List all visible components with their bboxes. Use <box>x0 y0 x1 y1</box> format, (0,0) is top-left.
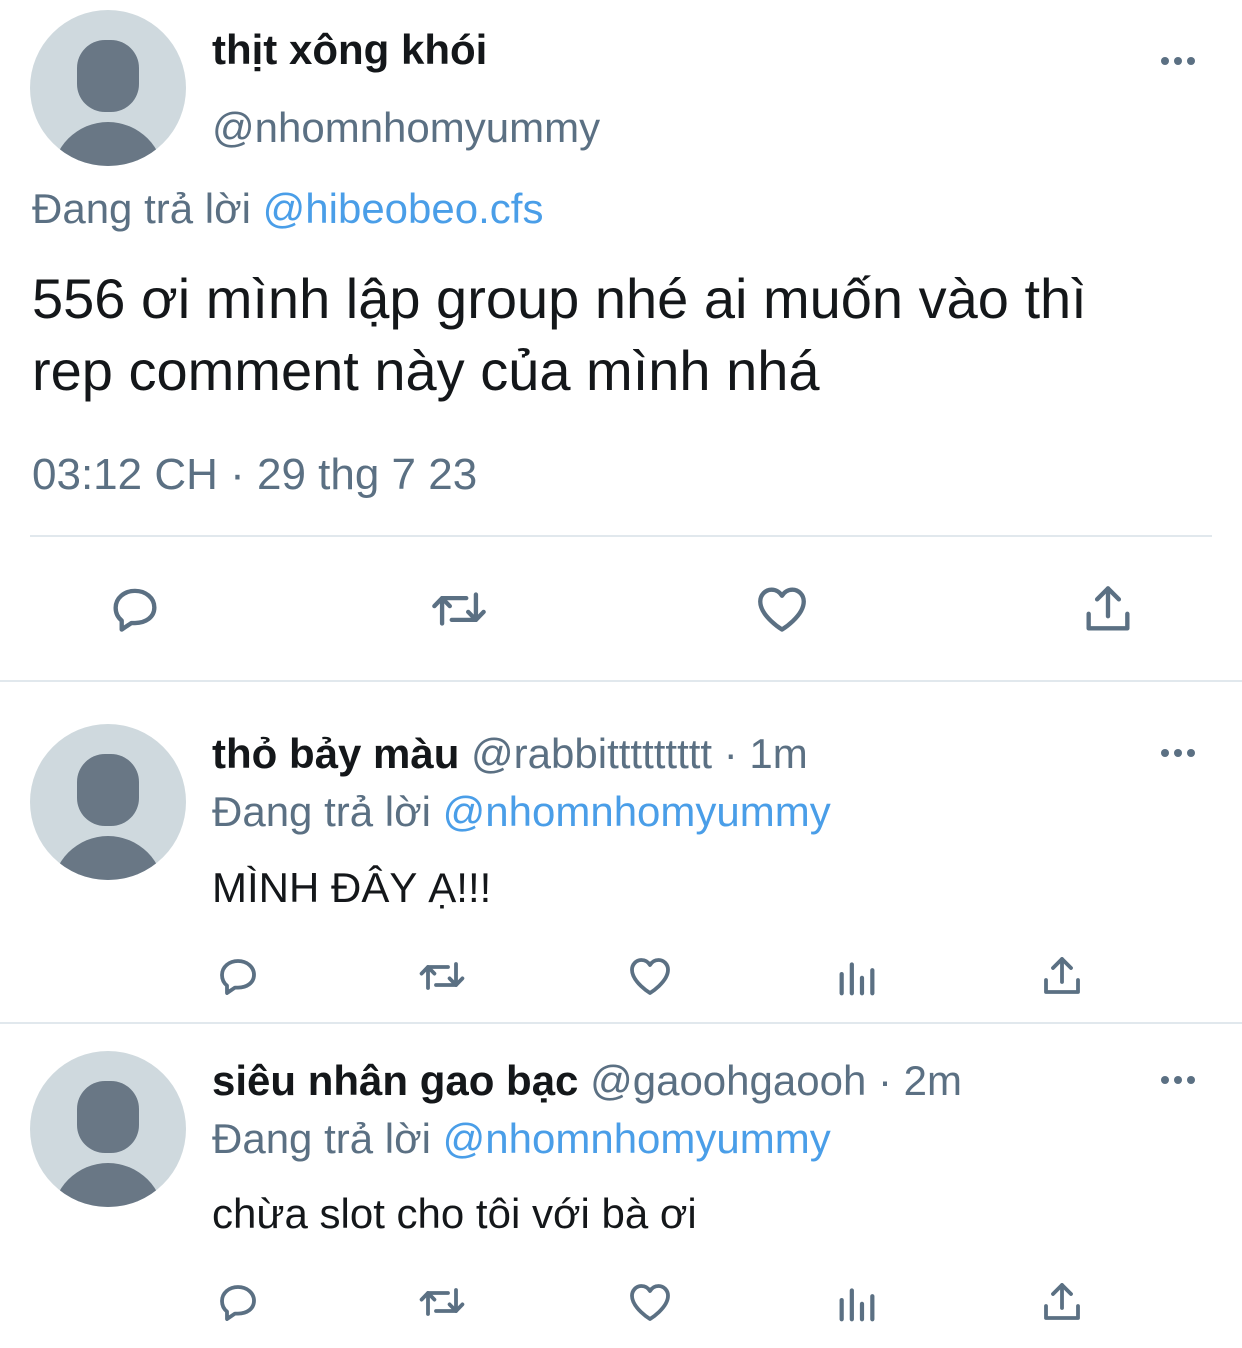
reply-time[interactable]: · 1m <box>724 730 808 777</box>
like-icon[interactable] <box>625 1278 675 1326</box>
like-icon[interactable] <box>752 580 812 638</box>
avatar[interactable] <box>30 724 186 880</box>
replying-to: Đang trả lời @nhomnhomyummy <box>212 788 831 836</box>
avatar[interactable] <box>30 1051 186 1207</box>
more-icon[interactable] <box>1161 1076 1195 1084</box>
reply-prefix: Đang trả lời <box>212 788 431 835</box>
tweet-text-line2: rep comment này của mình nhá <box>32 339 820 402</box>
divider <box>30 535 1212 537</box>
share-icon[interactable] <box>1038 1278 1086 1326</box>
retweet-icon[interactable] <box>414 952 470 1000</box>
divider <box>0 1022 1242 1024</box>
more-icon[interactable] <box>1161 749 1195 757</box>
retweet-icon[interactable] <box>414 1278 470 1326</box>
display-name[interactable]: siêu nhân gao bạc <box>212 1057 578 1104</box>
timestamp[interactable]: 03:12 CH · 29 thg 7 23 <box>32 450 477 500</box>
handle[interactable]: @gaoohgaooh <box>590 1057 866 1104</box>
divider <box>0 680 1242 682</box>
reply-text: chừa slot cho tôi với bà ơi <box>212 1190 697 1237</box>
display-name[interactable]: thỏ bảy màu <box>212 730 459 777</box>
reply-prefix: Đang trả lời <box>32 185 251 232</box>
replying-to: Đang trả lời @hibeobeo.cfs <box>32 185 543 233</box>
reply-to-link[interactable]: @nhomnhomyummy <box>443 788 831 835</box>
avatar[interactable] <box>30 10 186 166</box>
reply-to-link[interactable]: @nhomnhomyummy <box>443 1115 831 1162</box>
share-icon[interactable] <box>1038 952 1086 1000</box>
reply-header: thỏ bảy màu @rabbittttttttt · 1m <box>212 730 808 778</box>
handle[interactable]: @rabbittttttttt <box>471 730 712 777</box>
reply-text: MÌNH ĐÂY Ạ!!! <box>212 864 492 911</box>
reply-icon[interactable] <box>214 1278 262 1326</box>
share-icon[interactable] <box>1079 580 1137 638</box>
reply-icon[interactable] <box>106 580 164 638</box>
retweet-icon[interactable] <box>426 580 492 638</box>
analytics-icon[interactable] <box>834 1278 880 1326</box>
analytics-icon[interactable] <box>834 952 880 1000</box>
more-icon[interactable] <box>1161 57 1195 65</box>
reply-time[interactable]: · 2m <box>878 1057 962 1104</box>
display-name[interactable]: thịt xông khói <box>212 26 487 74</box>
replying-to: Đang trả lời @nhomnhomyummy <box>212 1115 831 1163</box>
like-icon[interactable] <box>625 952 675 1000</box>
reply-prefix: Đang trả lời <box>212 1115 431 1162</box>
handle[interactable]: @nhomnhomyummy <box>212 104 600 152</box>
tweet-text-line1: 556 ơi mình lập group nhé ai muốn vào th… <box>32 267 1087 330</box>
reply-to-link[interactable]: @hibeobeo.cfs <box>263 185 544 232</box>
reply-header: siêu nhân gao bạc @gaoohgaooh · 2m <box>212 1057 962 1105</box>
reply-icon[interactable] <box>214 952 262 1000</box>
